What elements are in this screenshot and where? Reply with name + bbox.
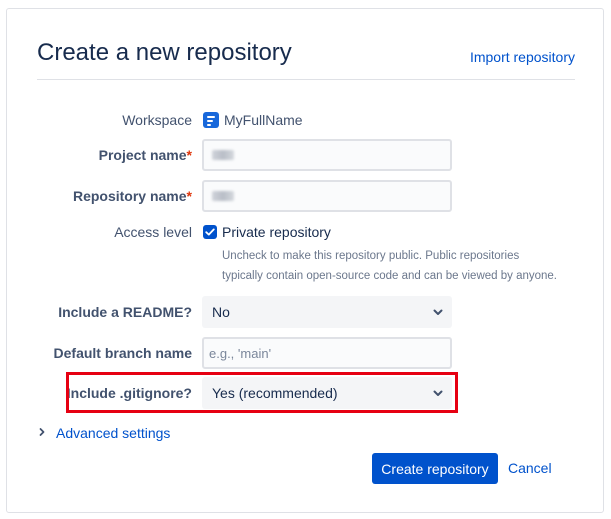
required-marker: * <box>186 147 192 163</box>
readme-value: No <box>212 304 230 320</box>
create-repository-button[interactable]: Create repository <box>372 453 498 484</box>
advanced-settings-label: Advanced settings <box>56 425 171 441</box>
blurred-value <box>212 150 234 160</box>
workspace-name: MyFullName <box>224 112 303 128</box>
default-branch-label: Default branch name <box>53 345 192 361</box>
create-repository-card: Create a new repository Import repositor… <box>6 8 604 513</box>
required-marker: * <box>186 188 192 204</box>
chevron-down-icon <box>433 309 443 315</box>
access-level-label: Access level <box>114 224 192 240</box>
cancel-button[interactable]: Cancel <box>508 460 552 476</box>
import-repository-link[interactable]: Import repository <box>470 49 575 65</box>
default-branch-input[interactable]: e.g., 'main' <box>202 337 452 369</box>
repository-name-label: Repository name* <box>72 188 192 204</box>
readme-select[interactable]: No <box>202 296 452 328</box>
page-title: Create a new repository <box>37 39 292 66</box>
repository-name-input[interactable] <box>202 180 452 212</box>
workspace-label: Workspace <box>122 112 192 128</box>
workspace-icon <box>203 112 219 128</box>
project-name-label: Project name* <box>98 147 192 163</box>
default-branch-placeholder: e.g., 'main' <box>209 346 272 361</box>
blurred-value <box>212 191 234 201</box>
project-name-input[interactable] <box>202 139 452 171</box>
access-help-line-1: Uncheck to make this repository public. … <box>222 250 520 262</box>
private-repository-label[interactable]: Private repository <box>222 224 331 240</box>
readme-label: Include a README? <box>58 304 192 320</box>
chevron-right-icon <box>39 428 45 436</box>
checkmark-icon <box>205 228 215 236</box>
header-divider <box>37 79 575 80</box>
gitignore-highlight-box <box>66 372 458 413</box>
private-repository-checkbox[interactable] <box>203 225 217 239</box>
access-help-line-2: typically contain open-source code and c… <box>222 270 557 282</box>
